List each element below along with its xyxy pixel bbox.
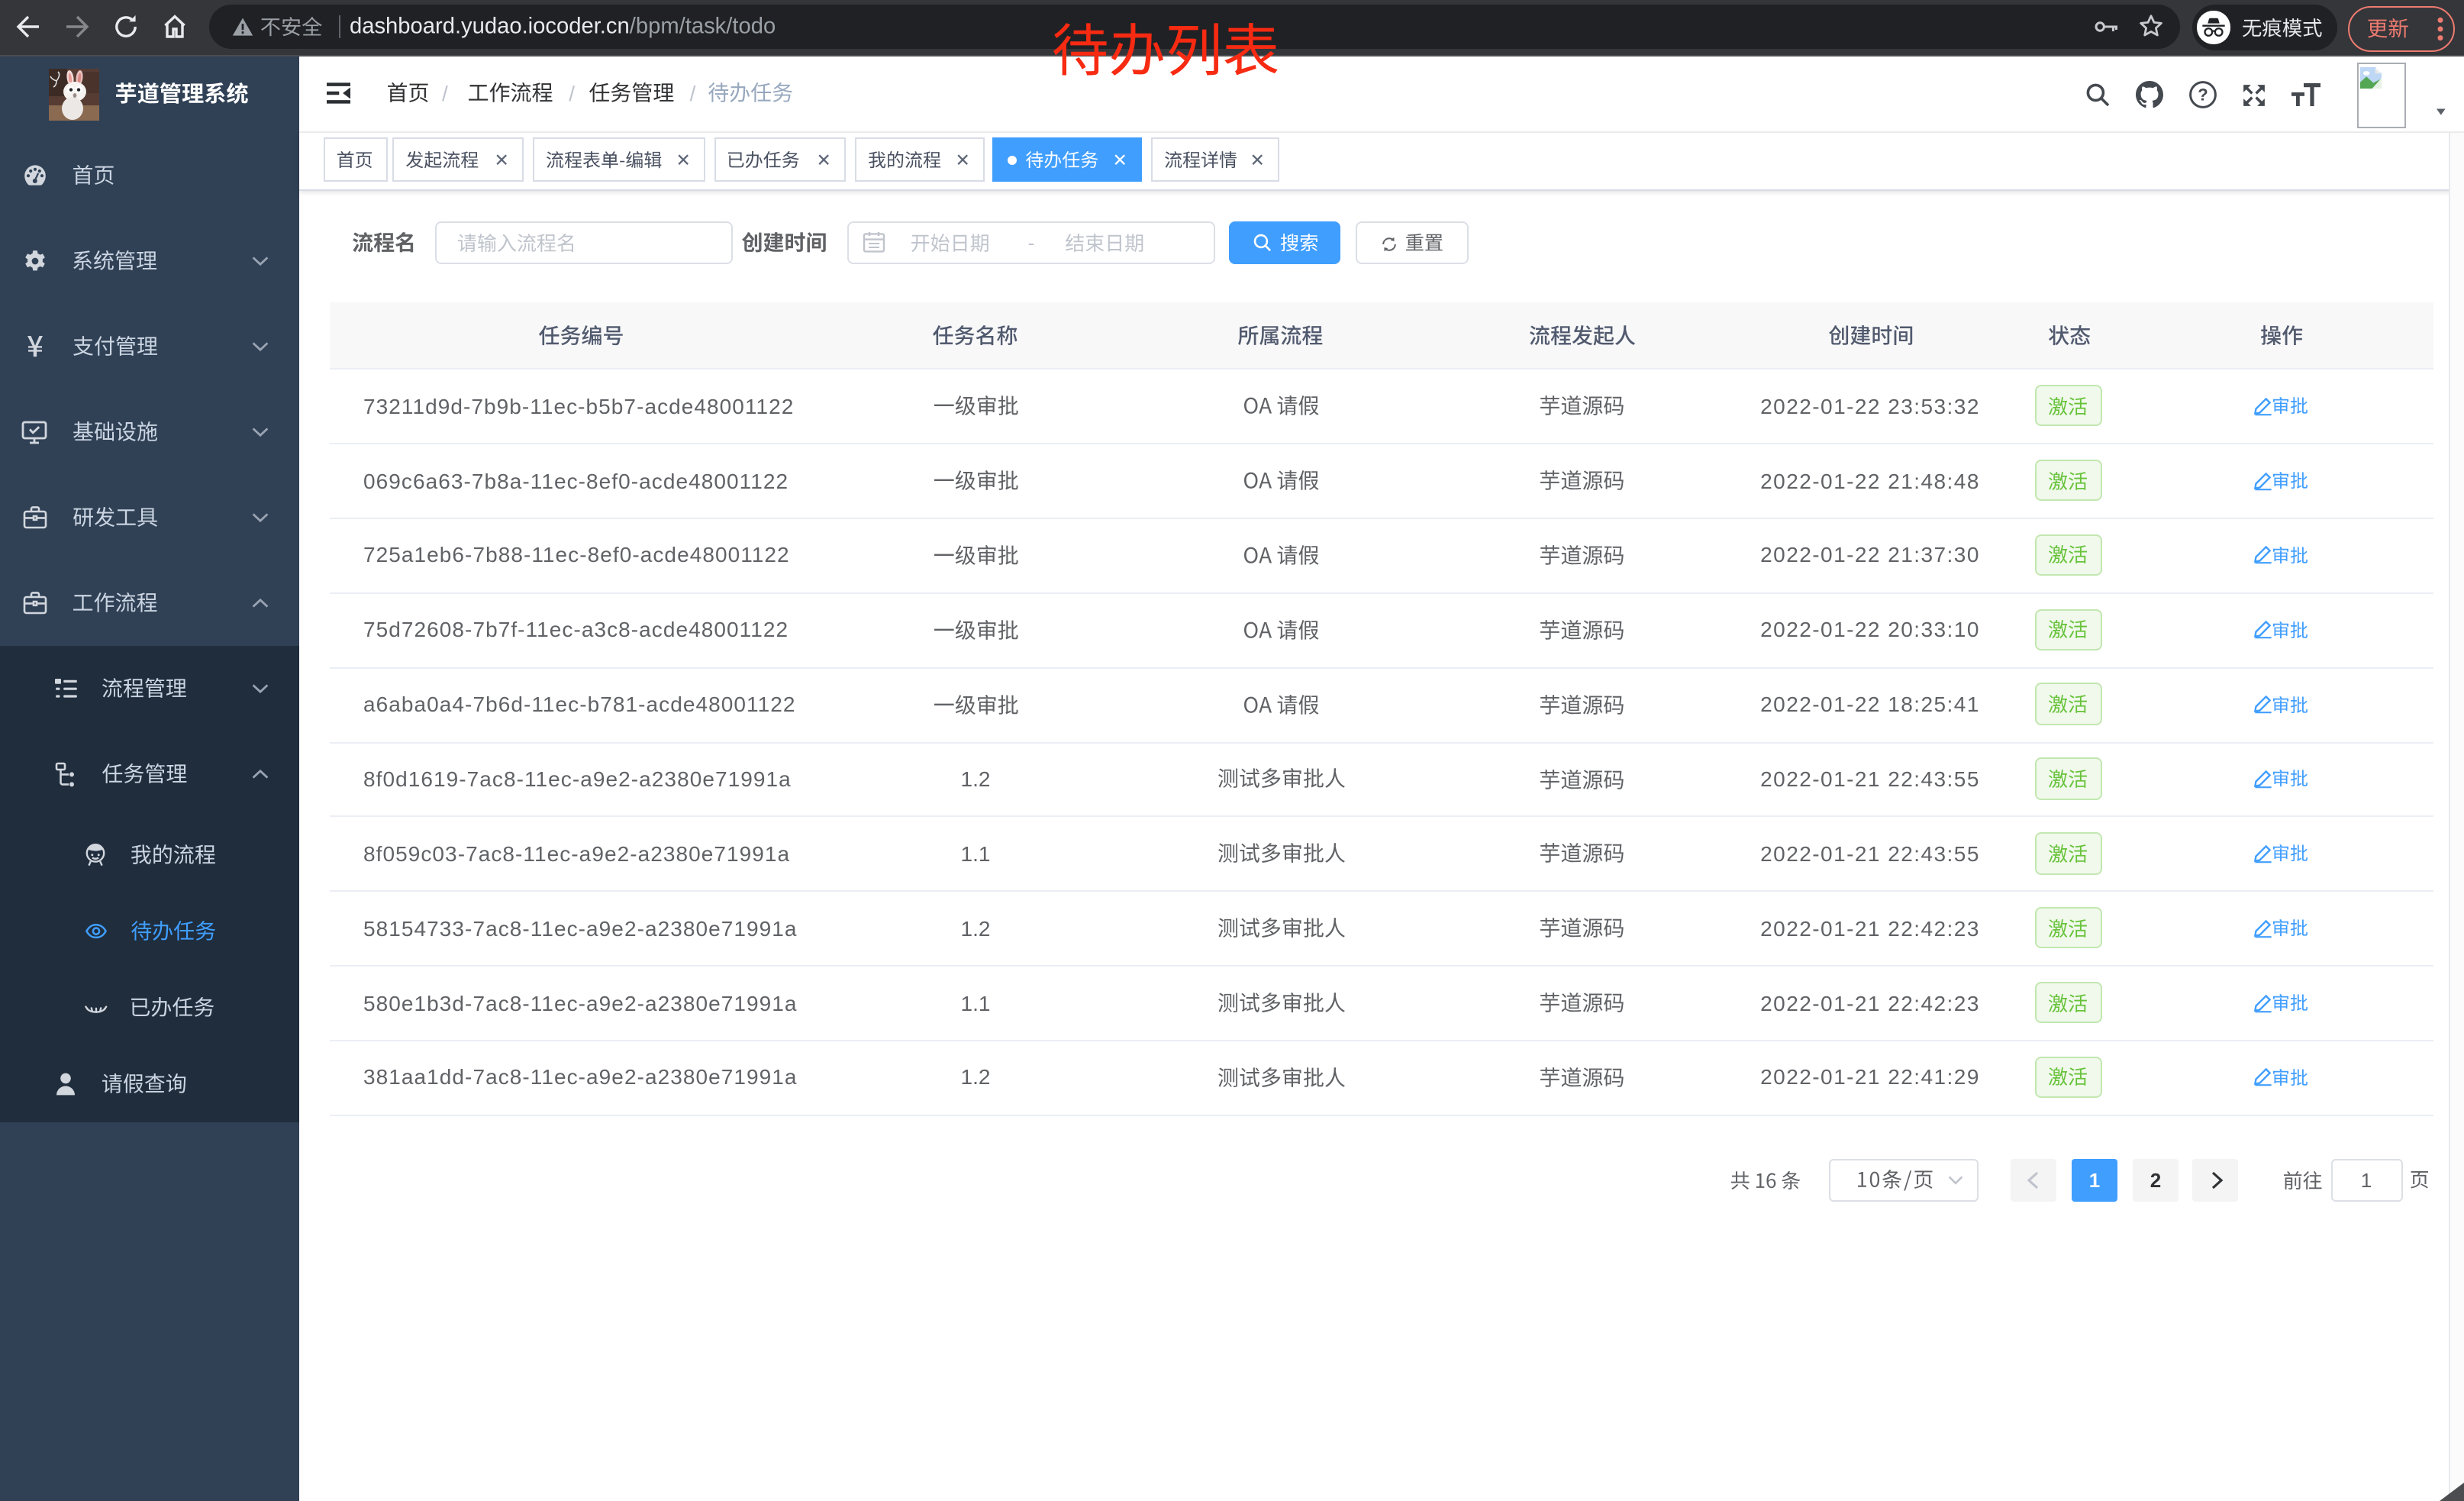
svg-text:?: ? (2198, 86, 2208, 105)
